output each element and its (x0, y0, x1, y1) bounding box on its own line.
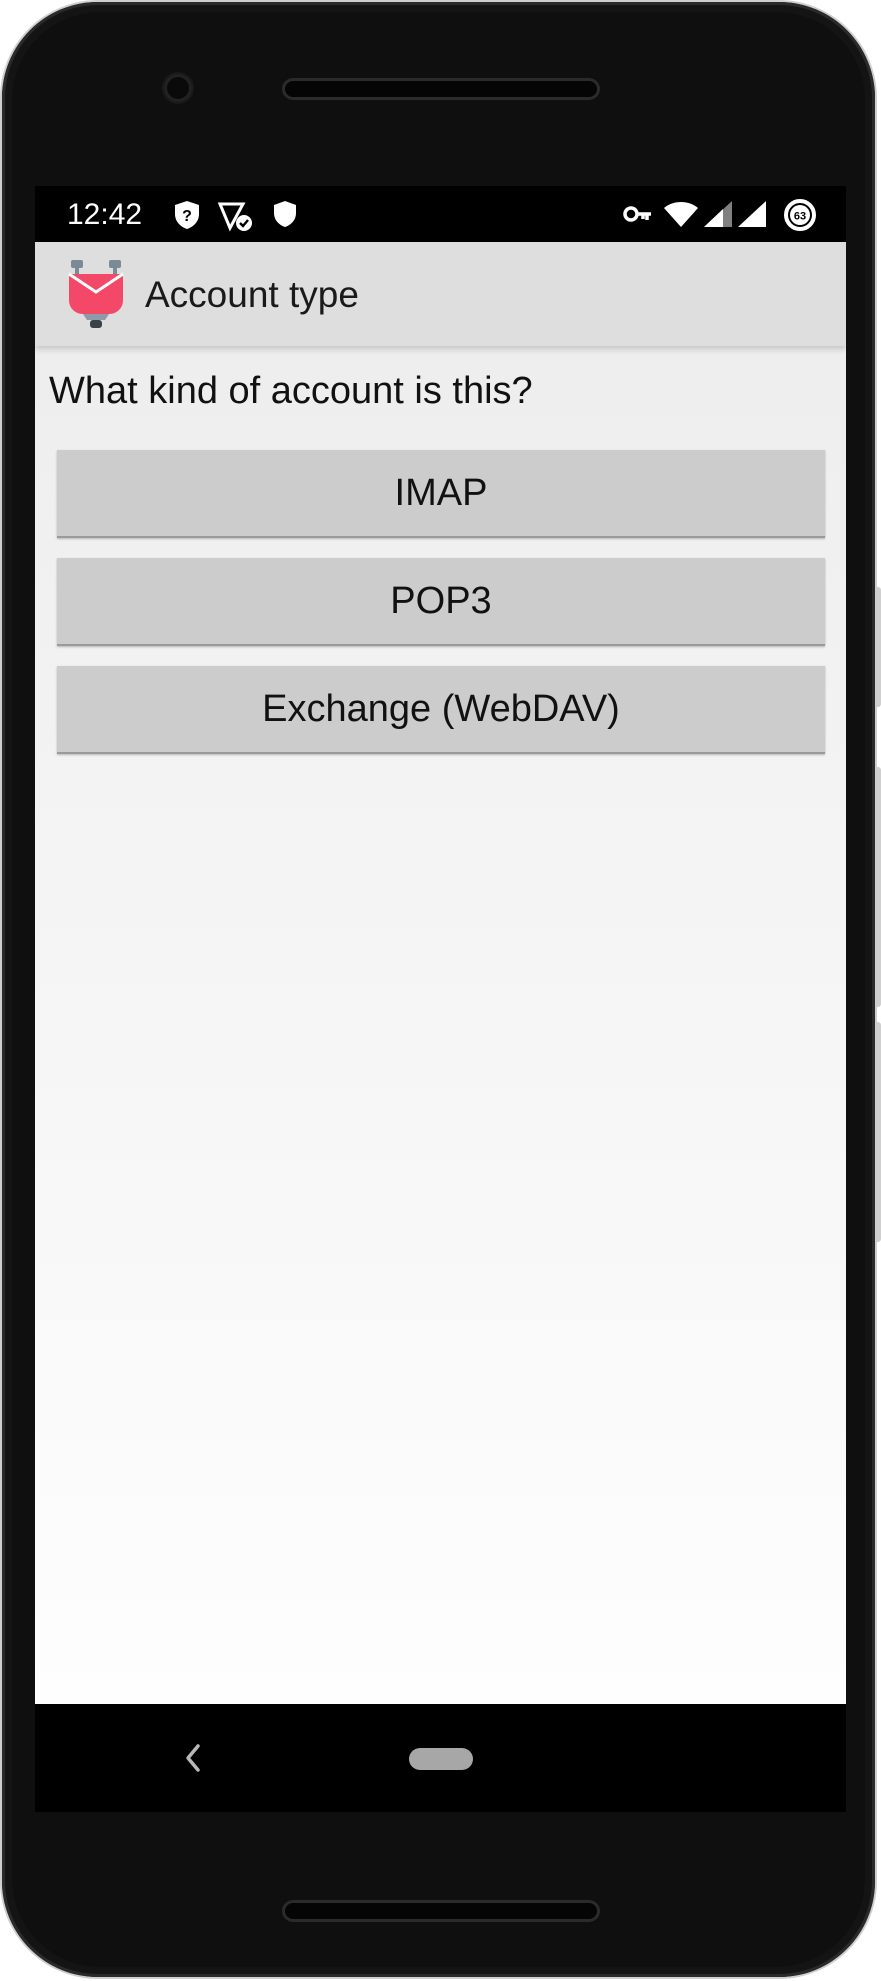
device-screen: 12:42 ? 63 Account type What kind of acc… (35, 186, 846, 1812)
volume-button (875, 587, 881, 707)
front-camera (164, 74, 192, 102)
battery-saver-icon: 63 (784, 199, 816, 231)
phone-frame: 12:42 ? 63 Account type What kind of acc… (2, 2, 881, 1977)
power-button (875, 767, 881, 1007)
bottom-speaker (282, 1900, 600, 1922)
chevron-left-icon[interactable] (183, 1742, 203, 1774)
network-check-icon (217, 202, 252, 232)
status-bar: 12:42 ? 63 (35, 186, 846, 242)
k9-mail-logo-icon (68, 260, 124, 328)
svg-text:?: ? (182, 208, 192, 225)
signal-icon (704, 201, 732, 227)
page-title: Account type (145, 274, 359, 315)
pop3-button[interactable]: POP3 (57, 558, 825, 646)
wifi-icon (664, 202, 698, 227)
battery-level-text: 63 (794, 211, 806, 223)
navigation-bar (35, 1704, 846, 1812)
vpn-key-icon (623, 206, 651, 222)
unknown-shield-icon: ? (175, 201, 199, 229)
exchange-webdav-button[interactable]: Exchange (WebDAV) (57, 666, 825, 754)
account-type-prompt: What kind of account is this? (49, 370, 533, 412)
top-speaker (282, 78, 600, 100)
status-time: 12:42 (67, 198, 143, 231)
volume-rocker (875, 1022, 881, 1242)
imap-button[interactable]: IMAP (57, 450, 825, 538)
home-pill-icon[interactable] (409, 1748, 473, 1770)
app-bar: Account type (35, 242, 846, 346)
shield-icon (274, 201, 296, 227)
signal-icon (738, 201, 766, 227)
